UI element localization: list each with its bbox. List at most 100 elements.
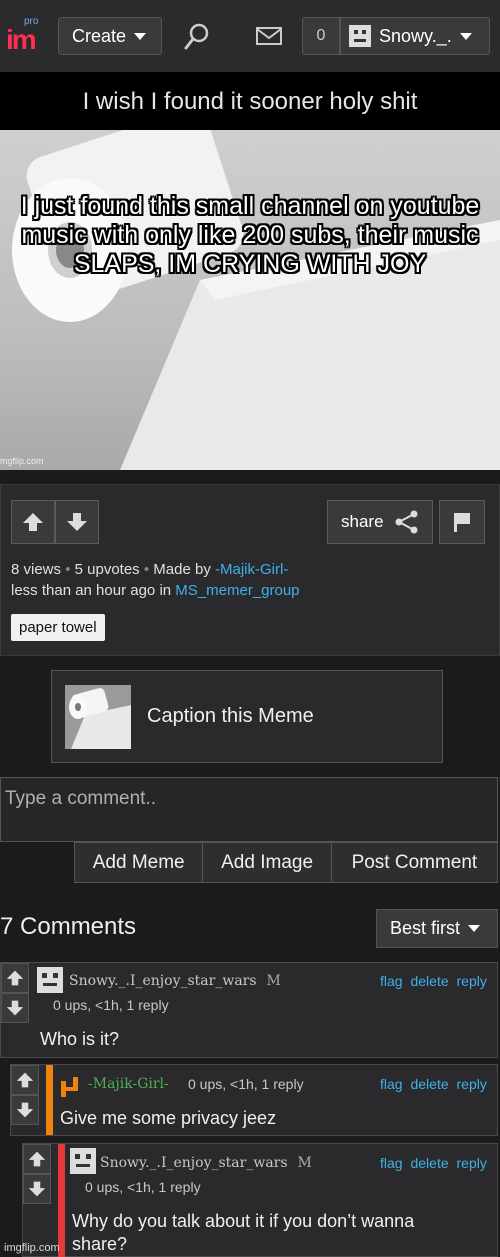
- create-button[interactable]: Create: [58, 17, 162, 55]
- chevron-down-icon: [134, 32, 147, 40]
- downvote-button[interactable]: [1, 993, 29, 1023]
- flag-link[interactable]: flag: [380, 1155, 403, 1171]
- reply-link[interactable]: reply: [457, 1076, 487, 1092]
- watermark: mgflip.com: [0, 456, 44, 466]
- comment-vote-group: [23, 1144, 51, 1204]
- reply-thread-stripe: [58, 1144, 65, 1257]
- user-menu-button[interactable]: Snowy._.: [340, 17, 490, 55]
- reply-link[interactable]: reply: [457, 1155, 487, 1171]
- paper-towel-thumbnail: [65, 684, 131, 749]
- comments-count: 7 Comments: [0, 913, 137, 940]
- comment-text: Give me some privacy jeez: [60, 1108, 277, 1128]
- mod-mark: M: [266, 973, 281, 989]
- comment: Snowy._.I_enjoy_star_wars M flag delete r…: [0, 962, 498, 1058]
- meme-image[interactable]: I just found this small channel on youtu…: [0, 130, 500, 470]
- upvote-button[interactable]: [11, 500, 55, 544]
- caption-this-meme-button[interactable]: Caption this Meme: [51, 670, 443, 763]
- arrow-down-icon: [67, 513, 87, 531]
- comment-text: Why do you talk about it if you don’t wa…: [72, 1211, 415, 1254]
- meme-title: I wish I found it sooner holy shit: [0, 72, 500, 130]
- meme-posted-info: less than an hour ago in MS_memer_group: [11, 582, 300, 599]
- delete-link[interactable]: delete: [410, 1076, 448, 1092]
- comment-input[interactable]: Type a comment..: [0, 777, 498, 842]
- comment-reply: -Majik-Girl- 0 ups, <1h, 1 reply flag de…: [10, 1064, 498, 1136]
- paper-towel-illustration: [12, 130, 500, 470]
- comment-vote-group: [1, 963, 29, 1023]
- share-icon: [395, 510, 418, 534]
- meme-info-panel: share 8 views • 5 upvotes • Made by -Maj…: [0, 484, 500, 656]
- made-by-label: Made by: [153, 561, 211, 578]
- flag-link[interactable]: flag: [380, 973, 403, 989]
- stream-link[interactable]: MS_memer_group: [175, 582, 299, 599]
- meme-stats: 8 views • 5 upvotes • Made by -Majik-Gir…: [11, 561, 288, 578]
- arrow-up-icon: [28, 1151, 46, 1167]
- sort-dropdown[interactable]: Best first: [376, 909, 498, 948]
- arrow-down-icon: [6, 1000, 24, 1016]
- flag-button[interactable]: [439, 500, 485, 544]
- upvote-button[interactable]: [23, 1144, 51, 1174]
- username-label: Snowy._.: [379, 25, 452, 46]
- upvote-button[interactable]: [11, 1065, 39, 1095]
- downvote-button[interactable]: [11, 1095, 39, 1125]
- arrow-up-icon: [23, 513, 43, 531]
- comment-actions: flag delete reply: [376, 973, 487, 989]
- delete-link[interactable]: delete: [410, 973, 448, 989]
- avatar[interactable]: [70, 1148, 96, 1174]
- comment-actions: Add Meme Add Image Post Comment: [74, 842, 498, 883]
- mail-icon[interactable]: [256, 27, 282, 45]
- comment-meta: 0 ups, <1h, 1 reply: [188, 1076, 304, 1092]
- meme-caption: I just found this small channel on youtu…: [20, 192, 480, 278]
- downvote-button[interactable]: [23, 1174, 51, 1204]
- avatar[interactable]: [61, 1077, 79, 1097]
- upvote-button[interactable]: [1, 963, 29, 993]
- username: Snowy._.I_enjoy_star_wars: [100, 1155, 288, 1171]
- separator: •: [65, 561, 71, 578]
- arrow-up-icon: [6, 970, 24, 986]
- post-comment-button[interactable]: Post Comment: [332, 843, 497, 882]
- logo-text: im: [6, 24, 37, 55]
- meme-thumbnail: [65, 684, 131, 749]
- reply-thread-stripe: [46, 1065, 53, 1135]
- comment-vote-group: [11, 1065, 39, 1125]
- caption-label: Caption this Meme: [147, 705, 314, 727]
- arrow-down-icon: [28, 1181, 46, 1197]
- avatar[interactable]: [37, 967, 63, 993]
- reply-link[interactable]: reply: [457, 973, 487, 989]
- arrow-up-icon: [16, 1072, 34, 1088]
- mod-mark: M: [297, 1155, 312, 1171]
- search-icon[interactable]: [184, 22, 210, 50]
- comment-meta: 0 ups, <1h, 1 reply: [53, 997, 169, 1013]
- view-count: 8 views: [11, 561, 62, 578]
- notification-count[interactable]: 0: [302, 17, 340, 55]
- separator: •: [143, 561, 150, 578]
- comment-username[interactable]: Snowy._.I_enjoy_star_wars M: [69, 973, 281, 989]
- delete-link[interactable]: delete: [410, 1155, 448, 1171]
- avatar: [349, 25, 371, 47]
- chevron-down-icon: [459, 32, 472, 40]
- imgflip-logo[interactable]: pro im: [6, 14, 46, 55]
- tag-paper-towel[interactable]: paper towel: [11, 614, 105, 641]
- flag-link[interactable]: flag: [380, 1076, 403, 1092]
- top-nav: pro im Create 0 Snowy._.: [0, 0, 500, 72]
- arrow-down-icon: [16, 1102, 34, 1118]
- add-image-button[interactable]: Add Image: [203, 843, 332, 882]
- downvote-button[interactable]: [55, 500, 99, 544]
- time-text: less than an hour ago in: [11, 582, 172, 599]
- footer-watermark: imgflip.com: [4, 1242, 60, 1254]
- comment-text: Who is it?: [40, 1029, 120, 1049]
- upvote-count: 5 upvotes: [74, 561, 140, 578]
- add-meme-button[interactable]: Add Meme: [75, 843, 204, 882]
- username: Snowy._.I_enjoy_star_wars: [69, 973, 257, 989]
- author-link[interactable]: -Majik-Girl-: [215, 561, 288, 578]
- share-label: share: [341, 512, 384, 531]
- comment-actions: flag delete reply: [376, 1155, 487, 1171]
- share-button[interactable]: share: [327, 500, 433, 544]
- comment-username[interactable]: Snowy._.I_enjoy_star_wars M: [100, 1155, 312, 1171]
- vote-group: [11, 500, 99, 544]
- comment-meta: 0 ups, <1h, 1 reply: [85, 1179, 201, 1195]
- sort-label: Best first: [390, 918, 461, 938]
- comment-reply: Snowy._.I_enjoy_star_wars M flag delete r…: [22, 1143, 498, 1257]
- comment-username[interactable]: -Majik-Girl-: [88, 1076, 169, 1092]
- create-label: Create: [72, 25, 127, 46]
- chevron-down-icon: [468, 925, 481, 932]
